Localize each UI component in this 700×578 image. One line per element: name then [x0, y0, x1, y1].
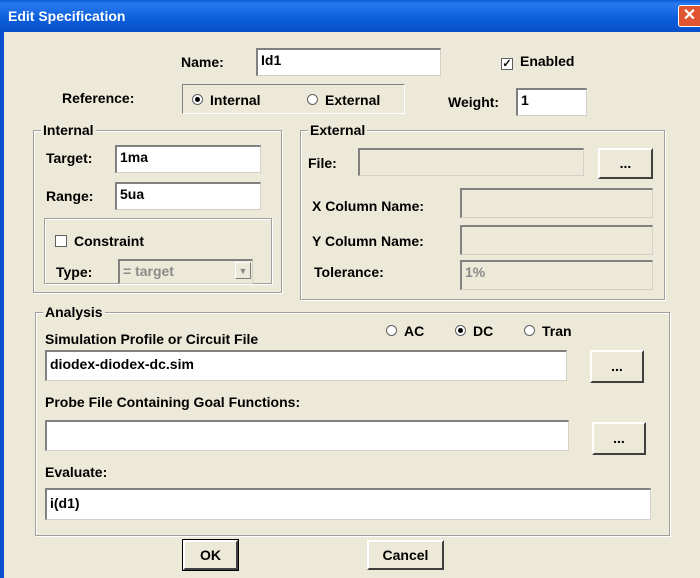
- radio-ac-label: AC: [404, 323, 425, 339]
- type-select: = target ▼: [118, 259, 253, 284]
- weight-label: Weight:: [448, 94, 500, 110]
- enabled-checkbox[interactable]: ✓ Enabled: [501, 53, 575, 70]
- dialog-body: Name: Id1 ✓ Enabled Reference: Internal E…: [0, 32, 700, 578]
- file-input: [358, 148, 584, 176]
- x-column-label: X Column Name:: [312, 198, 425, 214]
- radio-unselected-icon: [386, 325, 397, 336]
- tolerance-input: 1%: [460, 260, 653, 290]
- type-label: Type:: [56, 264, 93, 280]
- radio-selected-icon: [192, 94, 203, 105]
- tolerance-label: Tolerance:: [314, 264, 384, 280]
- name-input[interactable]: Id1: [256, 48, 441, 76]
- file-label: File:: [308, 155, 337, 171]
- enabled-label: Enabled: [520, 53, 575, 69]
- edit-specification-dialog: Edit Specification ✕ Name: Id1 ✓ Enabled …: [0, 0, 700, 578]
- simulation-profile-input[interactable]: diodex-diodex-dc.sim: [45, 350, 567, 381]
- range-input[interactable]: 5ua: [115, 182, 261, 210]
- radio-dc[interactable]: DC: [455, 323, 493, 339]
- window-title: Edit Specification: [8, 8, 126, 24]
- radio-unselected-icon: [524, 325, 535, 336]
- target-input[interactable]: 1ma: [115, 145, 261, 173]
- radio-external-label: External: [325, 92, 381, 108]
- target-label: Target:: [46, 150, 93, 166]
- type-select-value: = target: [123, 263, 174, 279]
- checkbox-checked-icon: ✓: [501, 58, 513, 70]
- radio-internal-label: Internal: [210, 92, 261, 108]
- constraint-checkbox[interactable]: Constraint: [55, 233, 144, 249]
- close-icon[interactable]: ✕: [678, 5, 700, 27]
- simulation-profile-label: Simulation Profile or Circuit File: [45, 331, 259, 347]
- radio-unselected-icon: [307, 94, 318, 105]
- external-group-title: External: [308, 122, 368, 138]
- checkbox-unchecked-icon: [55, 235, 67, 247]
- constraint-label: Constraint: [74, 233, 144, 249]
- weight-input[interactable]: 1: [516, 88, 587, 116]
- evaluate-label: Evaluate:: [45, 464, 108, 480]
- analysis-group-title: Analysis: [43, 304, 105, 320]
- radio-tran[interactable]: Tran: [524, 323, 572, 339]
- radio-ac[interactable]: AC: [386, 323, 424, 339]
- internal-group-title: Internal: [41, 122, 96, 138]
- simulation-browse-button[interactable]: ...: [590, 350, 644, 383]
- radio-external[interactable]: External: [307, 92, 380, 108]
- x-column-input: [460, 188, 653, 218]
- cancel-button[interactable]: Cancel: [367, 540, 444, 570]
- external-file-browse-button[interactable]: ...: [598, 148, 653, 179]
- chevron-down-icon: ▼: [235, 262, 251, 279]
- y-column-label: Y Column Name:: [312, 233, 424, 249]
- range-label: Range:: [46, 188, 94, 204]
- name-label: Name:: [181, 54, 224, 70]
- radio-internal[interactable]: Internal: [192, 92, 261, 108]
- ok-button[interactable]: OK: [182, 539, 239, 571]
- title-bar[interactable]: Edit Specification ✕: [0, 0, 700, 32]
- radio-dc-label: DC: [473, 323, 494, 339]
- radio-selected-icon: [455, 325, 466, 336]
- radio-tran-label: Tran: [542, 323, 572, 339]
- evaluate-input[interactable]: i(d1): [45, 488, 651, 520]
- probe-file-label: Probe File Containing Goal Functions:: [45, 394, 301, 410]
- probe-browse-button[interactable]: ...: [592, 422, 646, 455]
- probe-file-input[interactable]: [45, 420, 569, 451]
- y-column-input: [460, 225, 653, 255]
- reference-label: Reference:: [62, 90, 135, 106]
